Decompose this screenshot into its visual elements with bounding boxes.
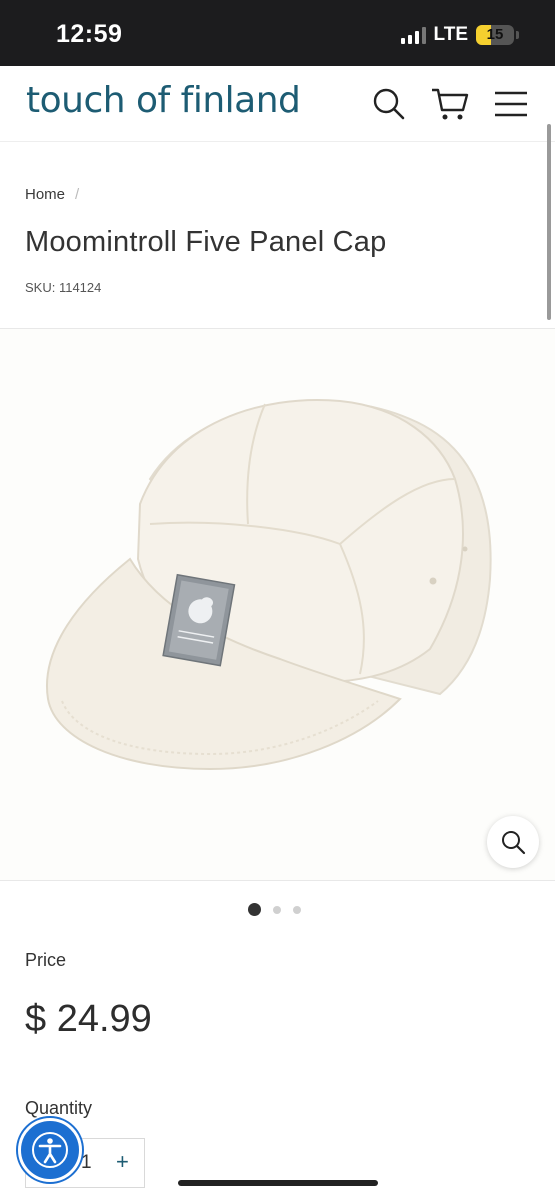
quantity-input[interactable]: 1	[81, 1152, 92, 1174]
quantity-label: Quantity	[25, 1098, 93, 1118]
product-title: Moomintroll Five Panel Cap	[25, 226, 387, 258]
search-icon[interactable]	[369, 84, 409, 124]
breadcrumb: Home /	[25, 186, 79, 203]
product-image-gallery[interactable]	[0, 328, 555, 881]
home-indicator[interactable]	[178, 1180, 378, 1186]
accessibility-button[interactable]	[18, 1118, 82, 1182]
scrollbar[interactable]	[547, 124, 551, 320]
carousel-dot-2[interactable]	[273, 905, 281, 914]
carousel-dot-1[interactable]	[248, 903, 261, 916]
image-carousel-dots	[248, 903, 301, 916]
carousel-dot-3[interactable]	[293, 905, 301, 914]
status-time: 12:59	[56, 20, 123, 48]
price-value: $ 24.99	[25, 998, 152, 1040]
product-sku: SKU: 114124	[25, 280, 102, 295]
status-bar: 12:59 LTE 15	[0, 0, 555, 66]
zoom-icon[interactable]	[487, 816, 539, 868]
accessibility-icon	[32, 1132, 68, 1168]
menu-icon[interactable]	[491, 84, 531, 124]
battery-level: 15	[486, 26, 504, 43]
site-logo[interactable]: touch of finland	[26, 80, 301, 121]
status-indicators: LTE 15	[400, 24, 519, 46]
product-image	[46, 399, 492, 771]
quantity-increment-button[interactable]: +	[116, 1149, 129, 1175]
battery-icon: 15	[476, 25, 514, 45]
site-header: touch of finland	[0, 66, 555, 142]
breadcrumb-separator: /	[75, 186, 80, 203]
breadcrumb-home-link[interactable]: Home	[25, 186, 65, 203]
signal-icon	[400, 26, 426, 44]
network-label: LTE	[433, 24, 468, 45]
price-label: Price	[25, 950, 67, 970]
cart-icon[interactable]	[430, 84, 470, 124]
